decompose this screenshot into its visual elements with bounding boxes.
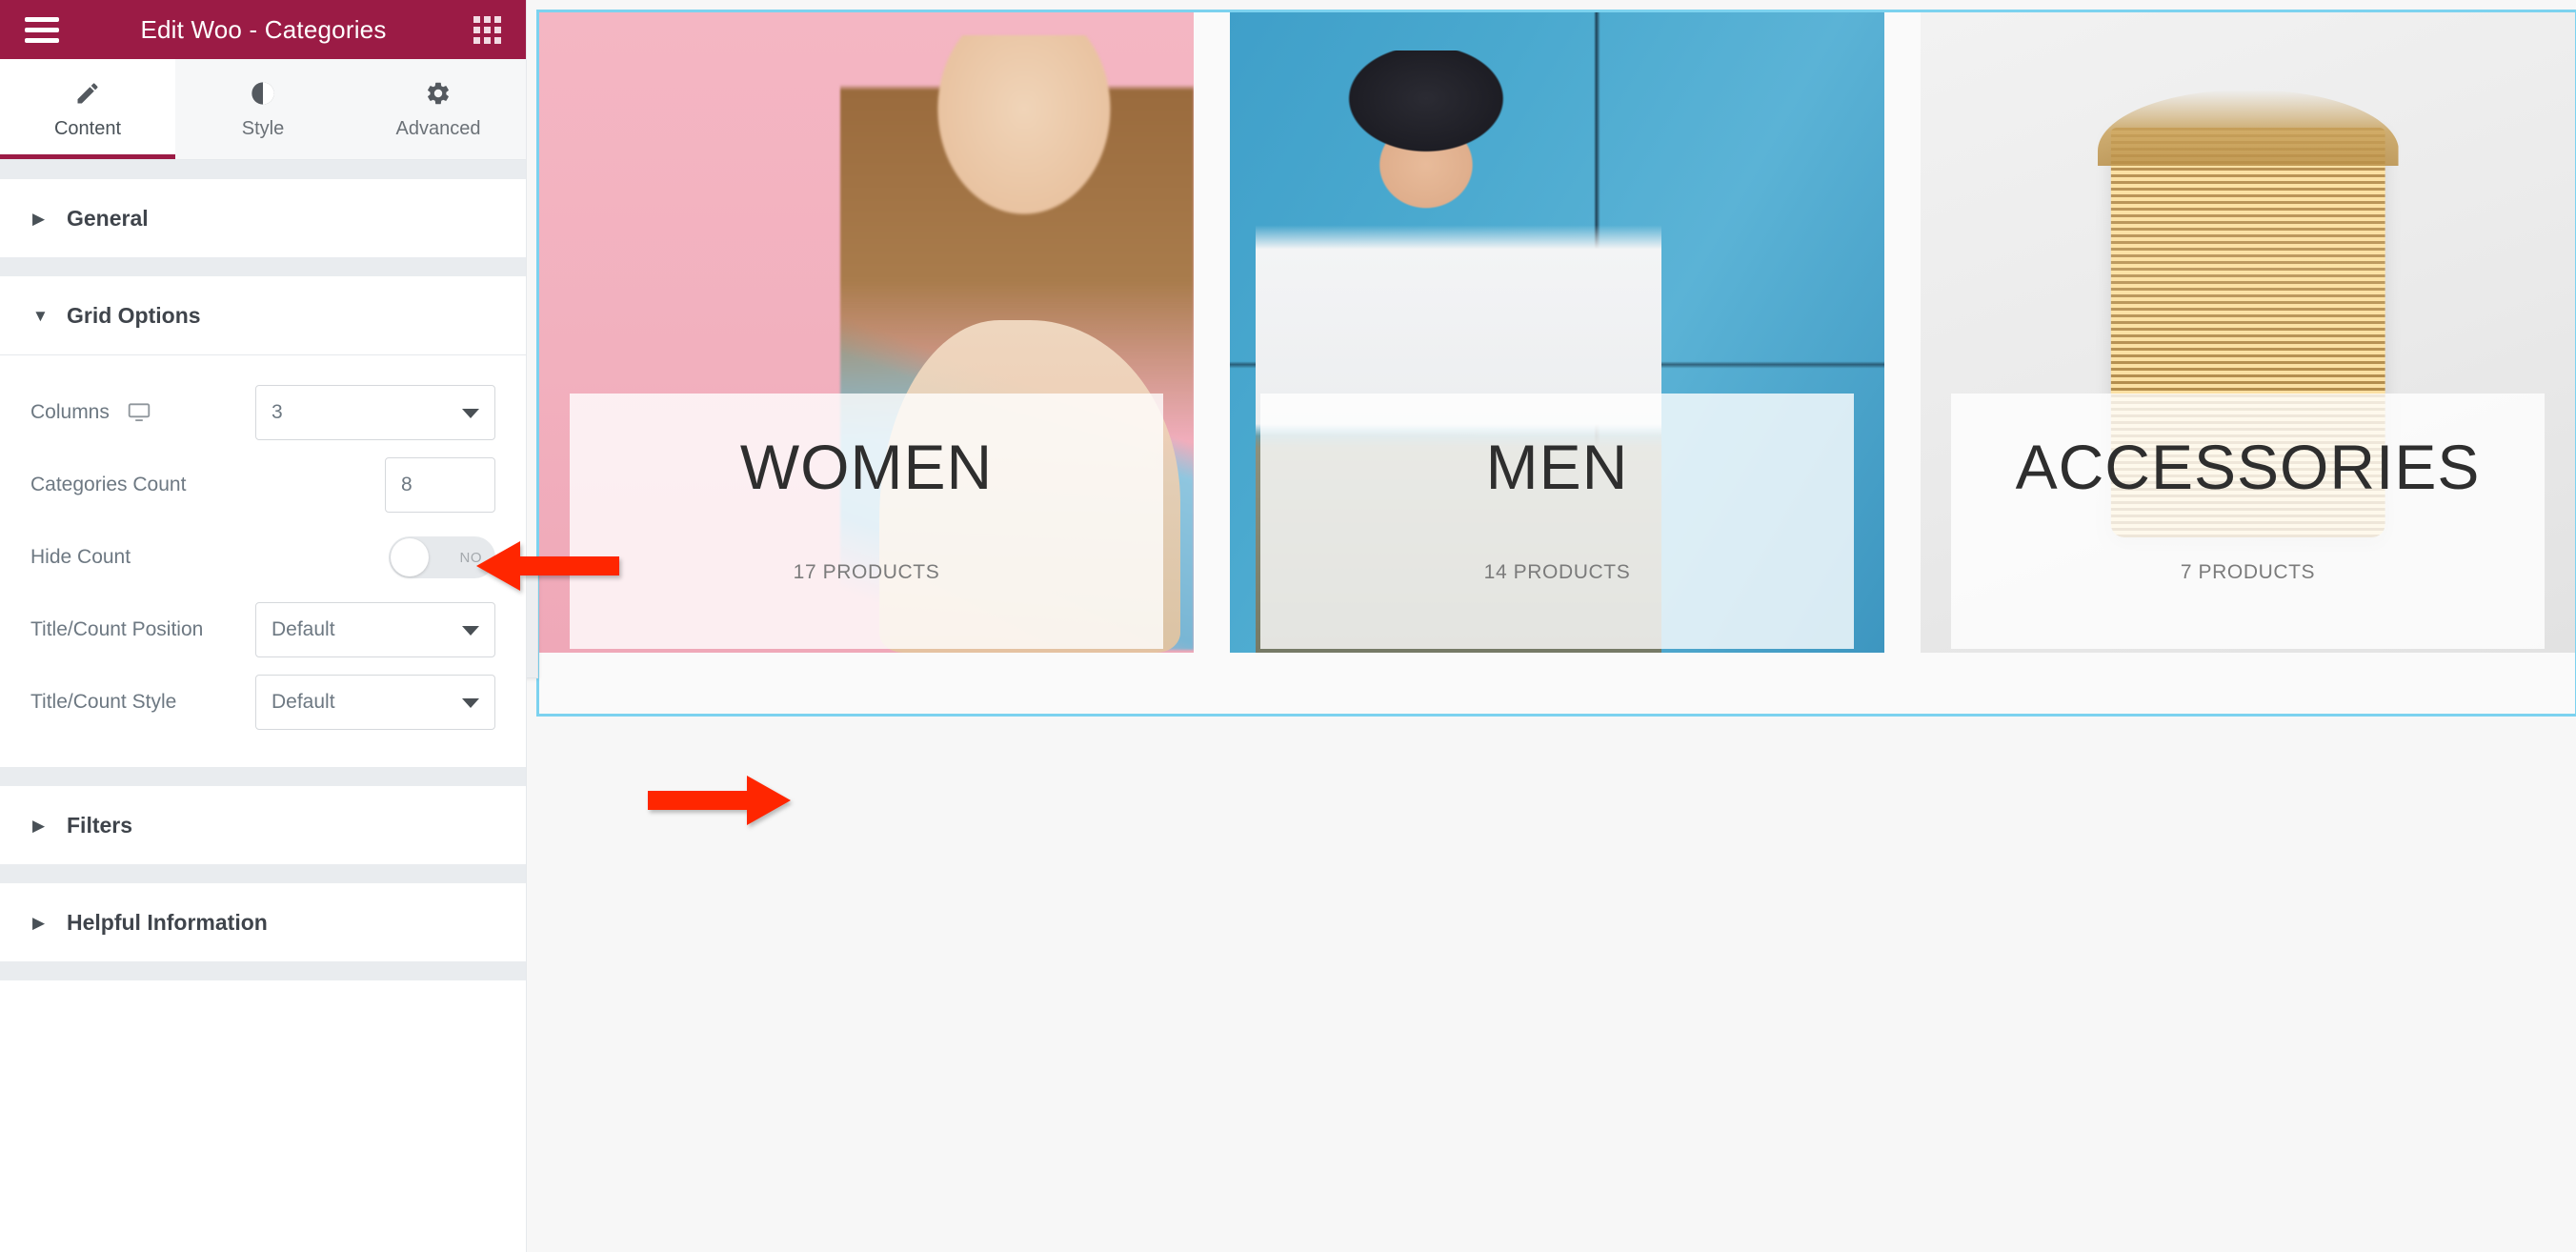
contrast-icon — [250, 79, 276, 108]
category-count: 14 PRODUCTS — [1483, 561, 1631, 583]
columns-control: 3 — [255, 385, 495, 440]
section-filters-label: Filters — [67, 812, 133, 838]
chevron-down-icon — [462, 698, 479, 708]
chevron-right-icon: ▶ — [32, 209, 46, 228]
pencil-icon — [74, 79, 101, 108]
section-general[interactable]: ▶ General — [0, 179, 526, 257]
tab-advanced[interactable]: Advanced — [351, 59, 526, 159]
tab-advanced-label: Advanced — [395, 117, 481, 139]
panel-tabs: Content Style Advanced — [0, 59, 526, 160]
tab-style-label: Style — [241, 117, 285, 139]
hide-count-label: Hide Count — [30, 546, 131, 568]
editor-panel: Edit Woo - Categories Content Style Adva… — [0, 0, 527, 1252]
category-card[interactable]: WOMEN 17 PRODUCTS — [539, 12, 1194, 653]
title-count-position-select[interactable]: Default — [255, 602, 495, 657]
category-title: WOMEN — [739, 432, 994, 502]
title-count-position-control: Default — [255, 602, 495, 657]
section-helpful-information-label: Helpful Information — [67, 909, 268, 935]
tab-content-label: Content — [53, 117, 122, 139]
category-card-overlay: WOMEN 17 PRODUCTS — [570, 394, 1163, 649]
control-categories-count: Categories Count 8 — [30, 449, 495, 521]
columns-select[interactable]: 3 — [255, 385, 495, 440]
woo-categories-widget[interactable]: WOMEN 17 PRODUCTS MEN 14 PRODUCTS ACCESS… — [536, 10, 2576, 717]
section-helpful-information[interactable]: ▶ Helpful Information — [0, 883, 526, 961]
category-count: 17 PRODUCTS — [793, 561, 940, 583]
categories-count-input[interactable]: 8 — [385, 457, 495, 513]
panel-collapse-handle[interactable]: ‹ — [527, 572, 538, 678]
categories-count-value: 8 — [401, 474, 413, 495]
category-card[interactable]: ACCESSORIES 7 PRODUCTS — [1921, 12, 2575, 653]
section-gap — [0, 257, 526, 276]
apps-grid-icon[interactable] — [473, 15, 501, 44]
hide-count-control: NO — [389, 536, 495, 578]
tab-style[interactable]: Style — [175, 59, 351, 159]
categories-count-control: 8 — [385, 457, 495, 513]
page-title: Edit Woo - Categories — [140, 14, 387, 44]
section-gap — [0, 160, 526, 179]
title-count-style-select[interactable]: Default — [255, 675, 495, 730]
category-card[interactable]: MEN 14 PRODUCTS — [1230, 12, 1884, 653]
gear-icon — [425, 79, 452, 108]
chevron-down-icon — [462, 409, 479, 418]
chevron-down-icon — [462, 626, 479, 636]
category-card-overlay: ACCESSORIES 7 PRODUCTS — [1951, 394, 2545, 649]
section-grid-options[interactable]: ▼ Grid Options — [0, 276, 526, 354]
section-general-label: General — [67, 205, 149, 231]
title-count-position-value: Default — [272, 618, 335, 640]
chevron-right-icon: ▶ — [32, 913, 46, 932]
panel-header: Edit Woo - Categories — [0, 0, 526, 59]
canvas-strip: WOMEN 17 PRODUCTS MEN 14 PRODUCTS ACCESS… — [527, 0, 2576, 1176]
preview-canvas: ‹ WOMEN 17 PRODUCTS MEN — [527, 0, 2576, 1252]
chevron-down-icon: ▼ — [32, 306, 49, 325]
toggle-knob — [391, 538, 429, 576]
section-gap — [0, 864, 526, 883]
control-hide-count: Hide Count NO — [30, 521, 495, 594]
section-gap — [0, 961, 526, 980]
grid-options-controls: Columns 3 Categories Count 8 Hide Count … — [0, 355, 526, 767]
elementor-editor: Edit Woo - Categories Content Style Adva… — [0, 0, 2576, 1252]
section-filters[interactable]: ▶ Filters — [0, 786, 526, 864]
category-title: MEN — [1485, 432, 1629, 502]
columns-value: 3 — [272, 401, 283, 423]
control-columns: Columns 3 — [30, 376, 495, 449]
title-count-style-label: Title/Count Style — [30, 691, 177, 713]
hide-count-state: NO — [459, 549, 482, 566]
section-gap — [0, 767, 526, 786]
desktop-monitor-icon[interactable] — [127, 400, 151, 425]
category-title: ACCESSORIES — [2015, 432, 2481, 502]
category-card-overlay: MEN 14 PRODUCTS — [1260, 394, 1854, 649]
columns-label: Columns — [30, 401, 110, 423]
category-grid: WOMEN 17 PRODUCTS MEN 14 PRODUCTS ACCESS… — [539, 12, 2575, 653]
section-grid-options-label: Grid Options — [67, 302, 201, 328]
chevron-right-icon: ▶ — [32, 816, 46, 835]
tab-content[interactable]: Content — [0, 59, 175, 159]
title-count-position-label: Title/Count Position — [30, 618, 204, 640]
category-count: 7 PRODUCTS — [2180, 561, 2316, 583]
hide-count-toggle[interactable]: NO — [389, 536, 495, 578]
title-count-style-value: Default — [272, 691, 335, 713]
categories-count-label: Categories Count — [30, 474, 187, 495]
control-title-count-position: Title/Count Position Default — [30, 594, 495, 666]
control-title-count-style: Title/Count Style Default — [30, 666, 495, 738]
title-count-style-control: Default — [255, 675, 495, 730]
